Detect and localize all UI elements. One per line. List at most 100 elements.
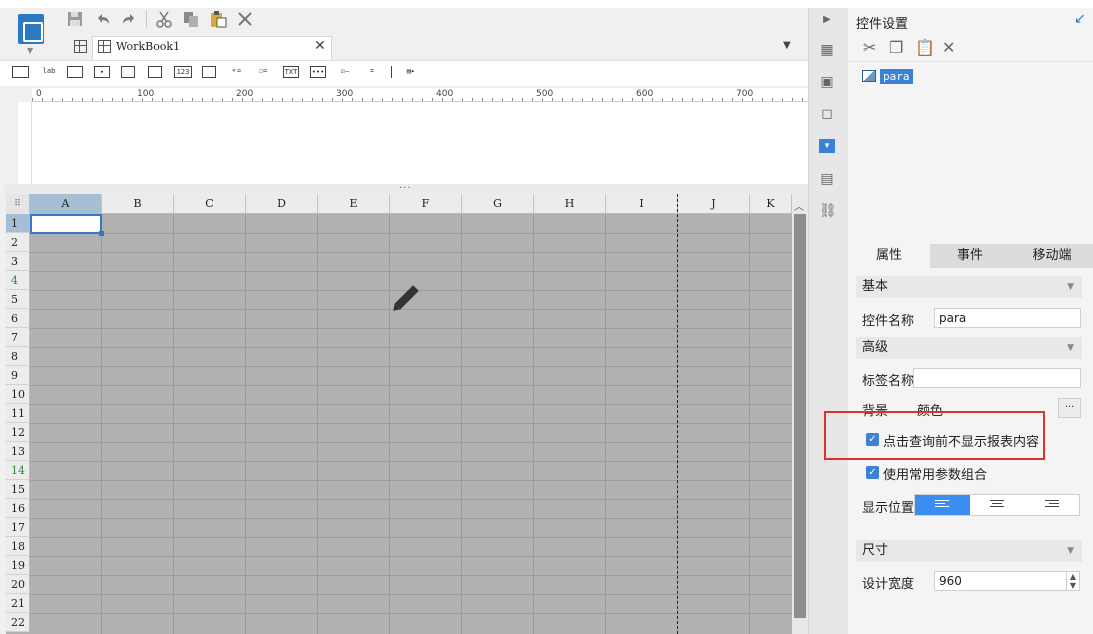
row-header[interactable]: 20 bbox=[6, 575, 30, 594]
checkbox-hide-before-query[interactable]: ✓ bbox=[866, 433, 879, 446]
column-header[interactable]: D bbox=[246, 194, 318, 214]
background-edit-button[interactable]: ··· bbox=[1058, 398, 1081, 418]
link-icon[interactable]: ⛓ bbox=[819, 203, 837, 219]
widget-info-icon[interactable]: ▣ bbox=[819, 74, 835, 90]
splitter-handle-icon[interactable]: ··· bbox=[399, 183, 412, 194]
row-header[interactable]: 15 bbox=[6, 480, 30, 499]
delete-icon[interactable] bbox=[236, 10, 254, 28]
select-all-corner-icon[interactable]: ⠿ bbox=[6, 194, 30, 214]
paste-icon[interactable] bbox=[209, 10, 227, 28]
design-width-input[interactable]: 960 bbox=[934, 571, 1067, 591]
label-widget-icon[interactable] bbox=[12, 66, 29, 78]
number-widget-icon[interactable]: 123 bbox=[174, 66, 192, 78]
row-header[interactable]: 3 bbox=[6, 252, 30, 271]
row-header[interactable]: 18 bbox=[6, 537, 30, 556]
row-header[interactable]: 2 bbox=[6, 233, 30, 252]
more-widgets-icon[interactable]: ▤▸ bbox=[400, 66, 422, 78]
tabbar-menu-icon[interactable]: ▼ bbox=[783, 40, 791, 51]
row-header[interactable]: 21 bbox=[6, 594, 30, 613]
widget-name-input[interactable]: para bbox=[934, 308, 1081, 328]
align-right-button[interactable] bbox=[1025, 495, 1080, 515]
column-header[interactable]: F bbox=[390, 194, 462, 214]
textbox-widget-icon[interactable] bbox=[67, 66, 83, 78]
row-header[interactable]: 14 bbox=[6, 461, 30, 480]
row-header[interactable]: 13 bbox=[6, 442, 30, 461]
column-header[interactable]: G bbox=[462, 194, 534, 214]
scrollbar-thumb[interactable] bbox=[794, 214, 806, 618]
row-header[interactable]: 6 bbox=[6, 309, 30, 328]
row-header[interactable]: 4 bbox=[6, 271, 30, 290]
delete-icon[interactable]: ✕ bbox=[942, 38, 955, 57]
column-header[interactable]: C bbox=[174, 194, 246, 214]
paste-icon[interactable]: 📋 bbox=[915, 38, 935, 57]
app-logo-icon[interactable] bbox=[18, 14, 44, 44]
checkbox-widget-icon[interactable]: ☑– bbox=[337, 66, 353, 78]
row-header[interactable]: 1 bbox=[6, 214, 30, 233]
width-spinner[interactable]: ▲ ▼ bbox=[1066, 571, 1080, 591]
layout-icon[interactable]: ▦ bbox=[819, 42, 835, 58]
checkbox-common-params[interactable]: ✓ bbox=[866, 466, 879, 479]
frame-icon[interactable]: ◻ bbox=[819, 106, 835, 122]
section-size[interactable]: 尺寸 ▼ bbox=[856, 540, 1082, 562]
row-header[interactable]: 7 bbox=[6, 328, 30, 347]
save-icon[interactable] bbox=[66, 10, 84, 28]
form-widget-icon[interactable] bbox=[121, 66, 135, 78]
column-header[interactable]: J bbox=[678, 194, 750, 214]
row-header[interactable]: 17 bbox=[6, 518, 30, 537]
row-header[interactable]: 19 bbox=[6, 556, 30, 575]
tab-events[interactable]: 事件 bbox=[929, 244, 1011, 268]
text-widget-icon[interactable]: TXT bbox=[283, 66, 299, 78]
copy-icon[interactable]: ❐ bbox=[889, 38, 903, 57]
active-cell[interactable] bbox=[30, 214, 104, 236]
chevron-down-icon[interactable]: ▼ bbox=[27, 46, 33, 55]
column-header[interactable]: H bbox=[534, 194, 606, 214]
row-header[interactable]: 12 bbox=[6, 423, 30, 442]
spreadsheet-grid[interactable] bbox=[6, 194, 792, 634]
cut-icon[interactable]: ✂ bbox=[863, 38, 876, 57]
date-widget-icon[interactable] bbox=[148, 66, 162, 78]
copy-icon[interactable] bbox=[182, 10, 200, 28]
column-header[interactable]: I bbox=[606, 194, 678, 214]
tree-item-para[interactable]: para bbox=[880, 69, 913, 84]
section-basic[interactable]: 基本 ▼ bbox=[856, 276, 1082, 298]
parameter-pane[interactable] bbox=[32, 102, 808, 184]
column-header[interactable]: A bbox=[30, 194, 102, 214]
text-label-icon[interactable]: lab bbox=[40, 66, 58, 78]
cut-icon[interactable] bbox=[155, 10, 173, 28]
column-header[interactable]: E bbox=[318, 194, 390, 214]
row-header[interactable]: 22 bbox=[6, 613, 30, 632]
tab-mobile[interactable]: 移动端 bbox=[1011, 244, 1093, 268]
undo-icon[interactable] bbox=[94, 10, 112, 28]
close-icon[interactable]: ✕ bbox=[314, 38, 326, 54]
ruler-label: 400 bbox=[436, 89, 454, 99]
align-left-button[interactable] bbox=[915, 495, 970, 515]
button-widget-icon[interactable]: ••• bbox=[310, 66, 326, 78]
dropdown-widget-icon[interactable]: ▾ bbox=[94, 66, 110, 78]
textarea-widget-icon[interactable] bbox=[202, 66, 216, 78]
tab-properties[interactable]: 属性 bbox=[848, 244, 930, 268]
chevron-up-icon[interactable]: ︿ bbox=[794, 198, 804, 213]
section-advanced[interactable]: 高级 ▼ bbox=[856, 337, 1082, 359]
tag-name-input[interactable] bbox=[913, 368, 1081, 388]
row-header[interactable]: 11 bbox=[6, 404, 30, 423]
grid-line bbox=[101, 214, 102, 634]
radio-group-icon[interactable]: ⚬= bbox=[229, 66, 243, 78]
align-center-button[interactable] bbox=[970, 495, 1025, 515]
field-label: 控件名称 bbox=[862, 314, 915, 329]
new-sheet-icon[interactable] bbox=[74, 40, 87, 53]
row-header[interactable]: 8 bbox=[6, 347, 30, 366]
widget-settings-icon[interactable]: ▾ bbox=[819, 139, 835, 153]
row-header[interactable]: 5 bbox=[6, 290, 30, 309]
column-header[interactable]: K bbox=[750, 194, 792, 214]
row-header[interactable]: 10 bbox=[6, 385, 30, 404]
chevron-right-icon[interactable]: ▶ bbox=[819, 12, 835, 28]
row-header[interactable]: 9 bbox=[6, 366, 30, 385]
checkbox-group-icon[interactable]: ☐= bbox=[256, 66, 270, 78]
vertical-ruler bbox=[18, 102, 32, 184]
row-header[interactable]: 16 bbox=[6, 499, 30, 518]
collapse-arrow-icon[interactable]: ↙ bbox=[1074, 11, 1086, 27]
redo-icon[interactable] bbox=[120, 10, 138, 28]
column-header[interactable]: B bbox=[102, 194, 174, 214]
tree-widget-icon[interactable]: ⌗ bbox=[364, 66, 380, 78]
cell-element-icon[interactable]: ▤ bbox=[819, 171, 835, 187]
